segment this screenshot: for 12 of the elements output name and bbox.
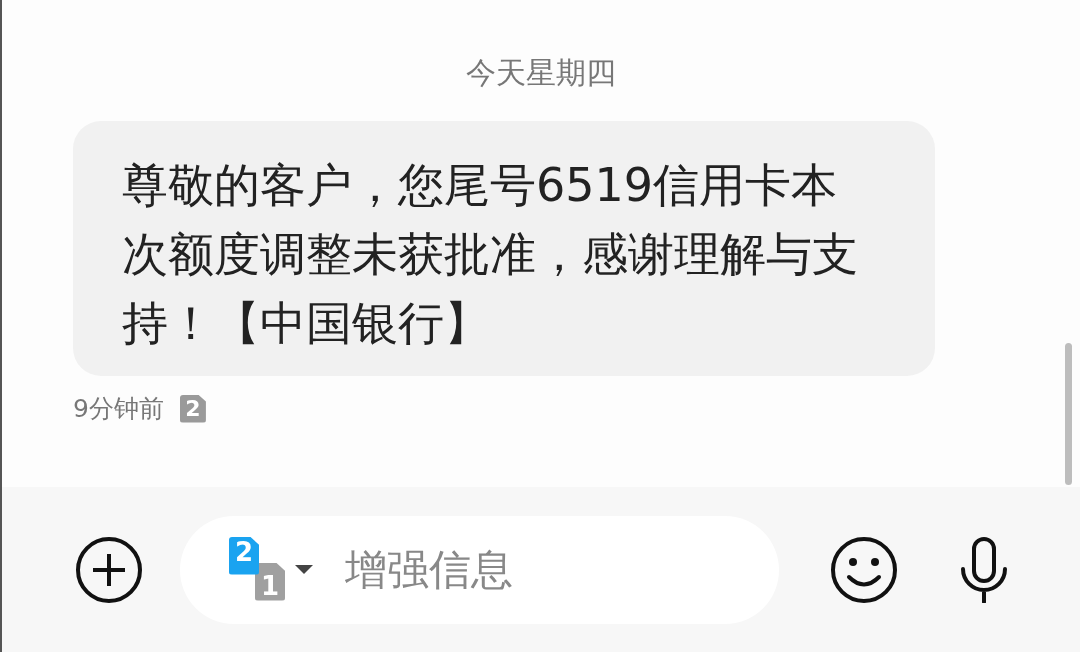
microphone-icon[interactable]	[960, 536, 1008, 603]
sim-badge: 2	[179, 394, 206, 423]
caret-icon[interactable]	[295, 564, 313, 575]
sim-icon[interactable]: 1	[255, 562, 285, 601]
message-time: 9分钟前	[73, 393, 164, 425]
sim-icon[interactable]: 2	[229, 536, 259, 575]
message-input[interactable]: 2 1 增强信息	[180, 515, 779, 624]
add-icon[interactable]	[75, 535, 143, 604]
emoji-icon[interactable]	[830, 535, 898, 604]
message-bubble: 尊敬的客户，您尾号6519信用卡本次额度调整未获批准，感谢理解与支持！【中国银行】	[73, 121, 935, 376]
scrollbar[interactable]	[1065, 343, 1072, 485]
date-header: 今天星期四	[465, 54, 617, 92]
